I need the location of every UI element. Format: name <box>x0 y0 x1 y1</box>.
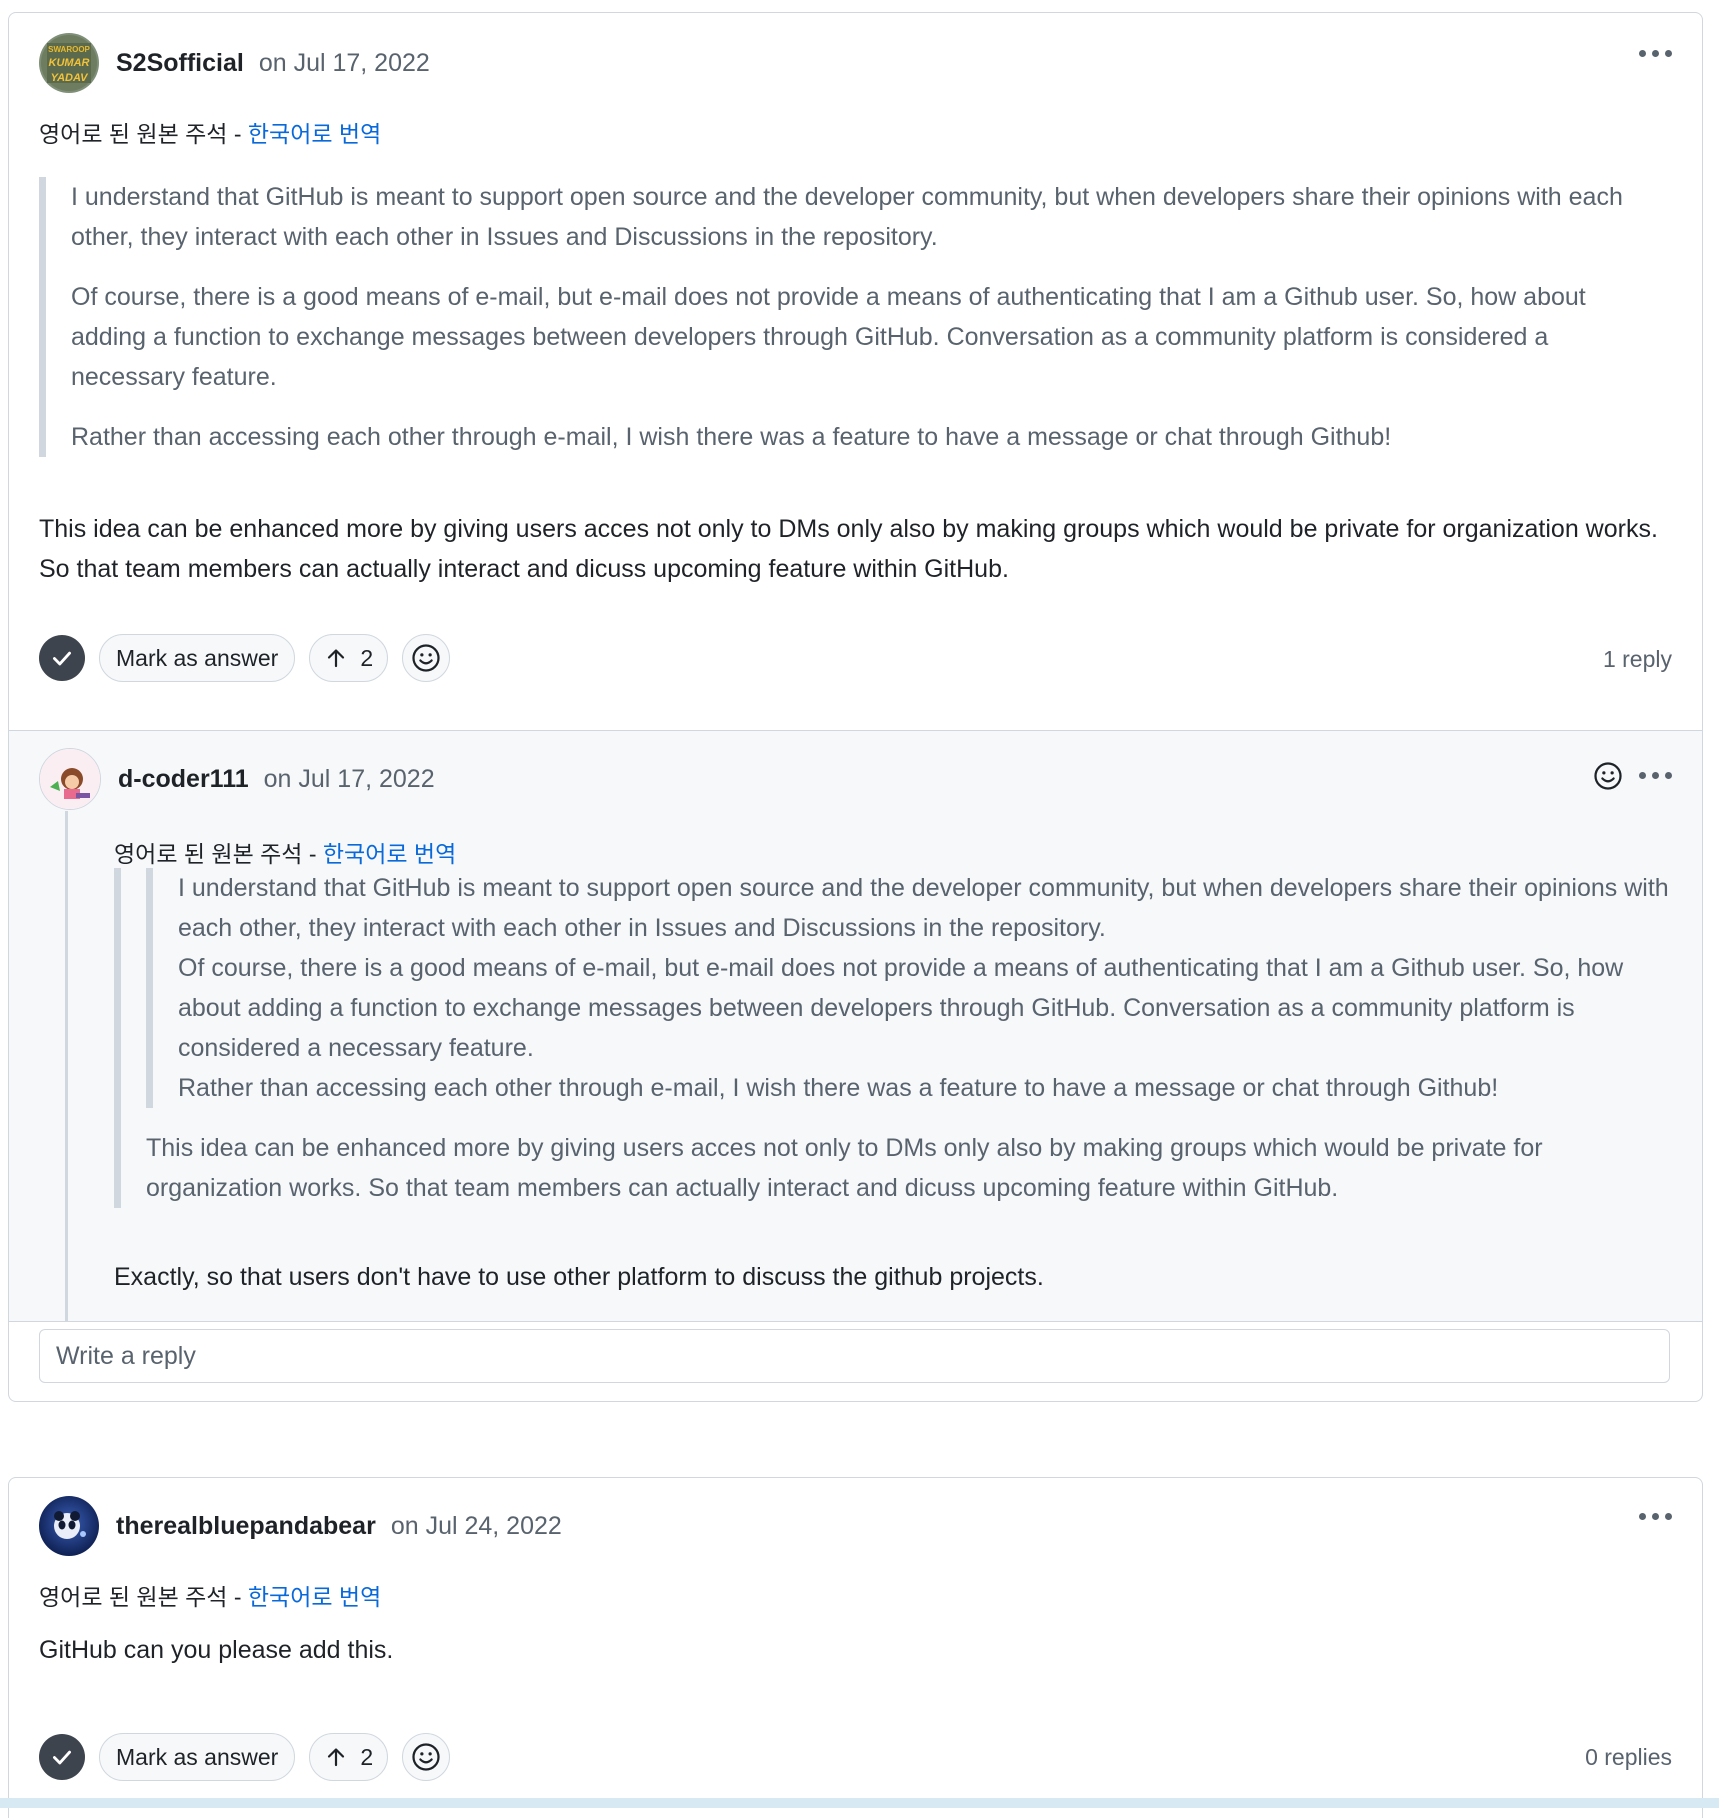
mark-as-answer-button[interactable]: Mark as answer <box>99 1733 296 1781</box>
mark-as-answer-label: Mark as answer <box>116 1743 279 1770</box>
translation-prefix: 영어로 된 원본 주석 - <box>114 841 323 867</box>
more-options-icon[interactable] <box>1639 50 1672 57</box>
quote-paragraph: Rather than accessing each other through… <box>178 1074 1499 1102</box>
avatar-text-3: YADAV <box>51 72 90 84</box>
quote-paragraph: I understand that GitHub is meant to sup… <box>178 874 1669 942</box>
comment-body-text: GitHub can you please add this. <box>39 1636 394 1664</box>
quote-paragraph: Rather than accessing each other through… <box>71 423 1392 451</box>
comment-header: therealbluepandabear on Jul 24, 2022 <box>39 1494 562 1558</box>
quote-paragraph: Of course, there is a good means of e-ma… <box>71 283 1586 391</box>
avatar-text-1: SWAROOP <box>48 45 90 54</box>
reply-body-text: Exactly, so that users don't have to use… <box>114 1263 1044 1291</box>
reply-header: d-coder111 on Jul 17, 2022 <box>39 747 435 811</box>
avatar[interactable]: SWAROOP KUMAR YADAV <box>39 33 99 93</box>
comment-actions: Mark as answer 2 <box>39 1733 451 1781</box>
translation-notice: 영어로 된 원본 주석 - 한국어로 번역 <box>39 115 381 149</box>
translate-link[interactable]: 한국어로 번역 <box>323 841 456 867</box>
comment-date[interactable]: on Jul 17, 2022 <box>264 765 435 794</box>
blockquote: I understand that GitHub is meant to sup… <box>39 177 1665 457</box>
arrow-up-icon <box>328 1748 345 1767</box>
author-name[interactable]: d-coder111 <box>118 765 249 794</box>
reply-thread: d-coder111 on Jul 17, 2022 영어로 된 원본 주석 -… <box>9 730 1702 1322</box>
check-icon[interactable] <box>39 635 85 681</box>
blockquote: I understand that GitHub is meant to sup… <box>114 868 1676 1208</box>
reply-body: Exactly, so that users don't have to use… <box>114 1257 1654 1297</box>
check-icon[interactable] <box>39 1734 85 1780</box>
upvote-button[interactable]: 2 <box>309 1733 389 1781</box>
more-options-icon[interactable] <box>1639 1513 1672 1520</box>
nested-blockquote: I understand that GitHub is meant to sup… <box>146 868 1678 1108</box>
comment-header: SWAROOP KUMAR YADAV S2Sofficial on Jul 1… <box>39 31 430 95</box>
translation-prefix: 영어로 된 원본 주석 - <box>39 121 248 147</box>
smiley-icon[interactable] <box>402 1733 451 1781</box>
avatar[interactable] <box>39 748 101 810</box>
arrow-up-icon <box>328 649 345 668</box>
upvote-count: 2 <box>360 644 374 671</box>
comment-date[interactable]: on Jul 17, 2022 <box>259 49 430 78</box>
comment-date[interactable]: on Jul 24, 2022 <box>391 1512 562 1541</box>
translation-notice: 영어로 된 원본 주석 - 한국어로 번역 <box>39 1578 381 1612</box>
translation-prefix: 영어로 된 원본 주석 - <box>39 1584 248 1610</box>
discussion-comment-card: SWAROOP KUMAR YADAV S2Sofficial on Jul 1… <box>8 12 1703 1402</box>
author-name[interactable]: S2Sofficial <box>116 49 244 78</box>
reply-count[interactable]: 1 reply <box>1603 646 1672 673</box>
translate-link[interactable]: 한국어로 번역 <box>248 1584 381 1610</box>
translate-link[interactable]: 한국어로 번역 <box>248 121 381 147</box>
avatar-text-2: KUMAR <box>49 57 90 69</box>
comment-actions: Mark as answer 2 <box>39 634 451 682</box>
upvote-count: 2 <box>360 1743 374 1770</box>
quote-paragraph: Of course, there is a good means of e-ma… <box>178 954 1624 1062</box>
mark-as-answer-label: Mark as answer <box>116 644 279 671</box>
quote-paragraph: This idea can be enhanced more by giving… <box>146 1134 1543 1202</box>
smiley-icon[interactable] <box>402 634 451 682</box>
quote-paragraph: I understand that GitHub is meant to sup… <box>71 183 1623 251</box>
reply-input[interactable]: Write a reply <box>39 1329 1670 1383</box>
discussion-comment-card: therealbluepandabear on Jul 24, 2022 영어로… <box>8 1477 1703 1818</box>
reply-count[interactable]: 0 replies <box>1585 1744 1672 1771</box>
comment-body: This idea can be enhanced more by giving… <box>39 509 1679 589</box>
more-options-icon[interactable] <box>1639 772 1672 779</box>
page-bottom-strip <box>0 1798 1719 1808</box>
thread-line <box>65 811 68 1321</box>
author-name[interactable]: therealbluepandabear <box>116 1512 376 1541</box>
reply-placeholder: Write a reply <box>56 1341 196 1370</box>
upvote-button[interactable]: 2 <box>309 634 389 682</box>
translation-notice: 영어로 된 원본 주석 - 한국어로 번역 <box>114 835 456 869</box>
smiley-icon[interactable] <box>1592 760 1624 792</box>
avatar[interactable] <box>39 1496 99 1556</box>
comment-body: GitHub can you please add this. <box>39 1630 1679 1670</box>
comment-body-text: This idea can be enhanced more by giving… <box>39 515 1658 583</box>
mark-as-answer-button[interactable]: Mark as answer <box>99 634 296 682</box>
